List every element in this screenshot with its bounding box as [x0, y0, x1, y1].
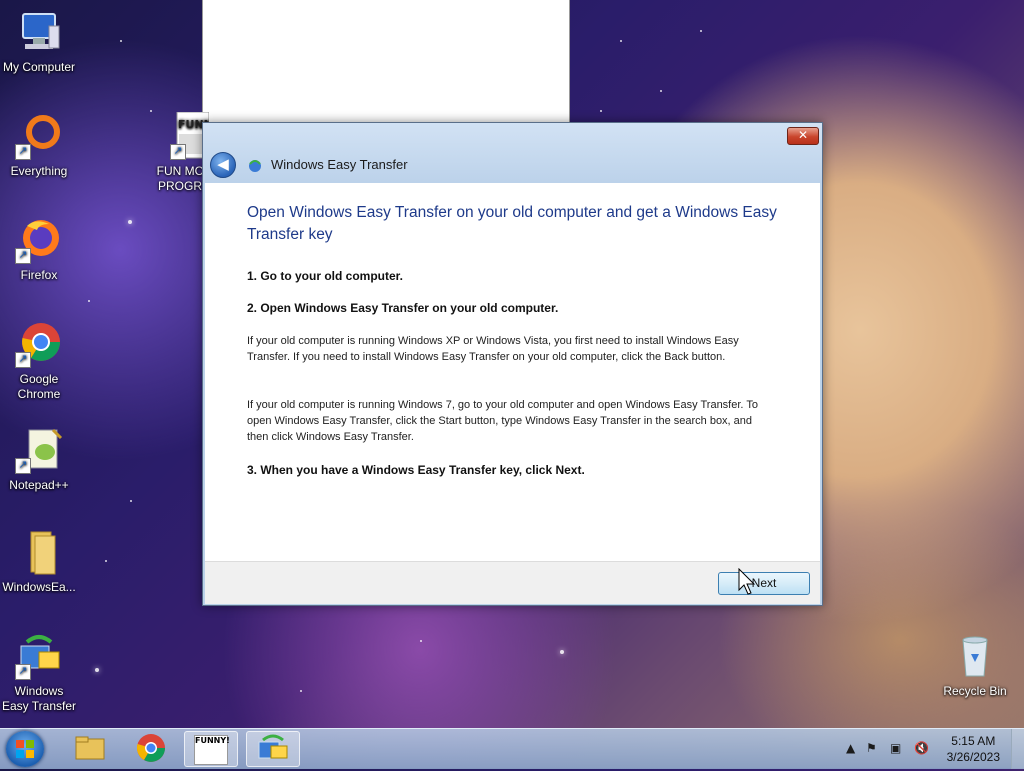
action-center-flag-icon[interactable]: ⚑: [866, 741, 877, 755]
network-icon[interactable]: ▣: [890, 741, 901, 755]
start-button[interactable]: [6, 731, 44, 767]
shortcut-arrow-icon: ↗: [15, 248, 31, 264]
dialog-footer: Next: [205, 561, 820, 604]
close-button[interactable]: ✕: [787, 127, 819, 145]
taskbar-explorer-button[interactable]: [64, 731, 116, 765]
background-window[interactable]: [202, 0, 570, 122]
show-hidden-icons-chevron-icon[interactable]: ▲: [846, 741, 855, 755]
system-clock[interactable]: 5:15 AM 3/26/2023: [947, 733, 1000, 765]
taskbar-chrome-button[interactable]: [125, 731, 177, 765]
volume-muted-icon[interactable]: 🔇: [914, 741, 929, 755]
taskbar-easy-transfer-button[interactable]: [246, 731, 300, 767]
desktop-icon-windows-easy-transfer[interactable]: ↗ Windows Easy Transfer: [0, 632, 78, 714]
desktop-icon-label: Recycle Bin: [943, 684, 1007, 698]
step-1: 1. Go to your old computer.: [247, 269, 404, 283]
shortcut-arrow-icon: ↗: [170, 144, 186, 160]
folder-icon: [75, 736, 105, 760]
chrome-icon: ↗: [15, 320, 63, 368]
show-desktop-button[interactable]: [1011, 729, 1024, 769]
desktop-icon-label: My Computer: [2, 60, 76, 74]
folder-icon: [15, 528, 63, 576]
title-bar[interactable]: ✕ ◀ Windows Easy Transfer: [203, 123, 822, 183]
firefox-icon: ↗: [15, 216, 63, 264]
chrome-icon: [136, 734, 165, 762]
step-2: 2. Open Windows Easy Transfer on your ol…: [247, 301, 559, 315]
notepadpp-icon: ↗: [15, 426, 63, 474]
page-heading: Open Windows Easy Transfer on your old c…: [247, 204, 777, 243]
clock-date: 3/26/2023: [946, 750, 1000, 764]
mouse-cursor-icon: [738, 567, 756, 600]
dialog-content: Open Windows Easy Transfer on your old c…: [205, 183, 820, 561]
desktop-icon-label: Google Chrome: [17, 372, 61, 401]
back-button[interactable]: ◀: [210, 152, 236, 178]
desktop-icon-google-chrome[interactable]: ↗ Google Chrome: [0, 320, 78, 402]
taskbar-funny-image-button[interactable]: FUNNY!: [184, 731, 238, 767]
easy-transfer-icon: [247, 157, 263, 173]
desktop-icon-fun-mc-program[interactable]: FUNN ↗ FUN MC PROGR: [150, 111, 213, 194]
instructions-windows-7: If your old computer is running Windows …: [247, 399, 758, 443]
desktop-icon-notepadpp[interactable]: ↗ Notepad++: [0, 426, 78, 493]
desktop-icon-recycle-bin[interactable]: Recycle Bin: [936, 632, 1014, 699]
everything-icon: ↗: [15, 112, 63, 160]
desktop-icon-windowsea-folder[interactable]: WindowsEa...: [0, 528, 78, 595]
computer-icon: [15, 8, 63, 56]
recycle-bin-icon: [951, 632, 999, 680]
back-arrow-icon: ◀: [217, 155, 229, 173]
shortcut-arrow-icon: ↗: [15, 664, 31, 680]
shortcut-arrow-icon: ↗: [15, 352, 31, 368]
step-3: 3. When you have a Windows Easy Transfer…: [247, 463, 585, 477]
desktop-icon-my-computer[interactable]: My Computer: [0, 8, 78, 75]
desktop-icon-label: Everything: [10, 164, 68, 178]
desktop-icon-label: FUN MC PROGR: [156, 164, 204, 193]
next-button[interactable]: Next: [718, 572, 810, 595]
desktop-icon-everything[interactable]: ↗ Everything: [0, 112, 78, 179]
instructions-xp-vista: If your old computer is running Windows …: [247, 335, 739, 363]
desktop-icon-label: Notepad++: [9, 478, 69, 492]
shortcut-arrow-icon: ↗: [15, 144, 31, 160]
taskbar: FUNNY! ▲ ⚑ ▣ 🔇 5:15 AM 3/26/2023: [0, 728, 1024, 769]
shortcut-arrow-icon: ↗: [15, 458, 31, 474]
desktop-icon-label: WindowsEa...: [2, 580, 76, 594]
window-title: Windows Easy Transfer: [271, 157, 408, 172]
easy-transfer-icon: ↗: [15, 632, 63, 680]
easy-transfer-dialog: ✕ ◀ Windows Easy Transfer Open Windows E…: [202, 122, 823, 606]
desktop-icon-label: Firefox: [20, 268, 58, 282]
desktop-icon-label: Windows Easy Transfer: [1, 684, 77, 713]
clock-time: 5:15 AM: [951, 734, 996, 748]
desktop-icon-firefox[interactable]: ↗ Firefox: [0, 216, 78, 283]
easy-transfer-icon: [258, 734, 288, 759]
funny-image-icon: FUNNY!: [194, 735, 230, 765]
